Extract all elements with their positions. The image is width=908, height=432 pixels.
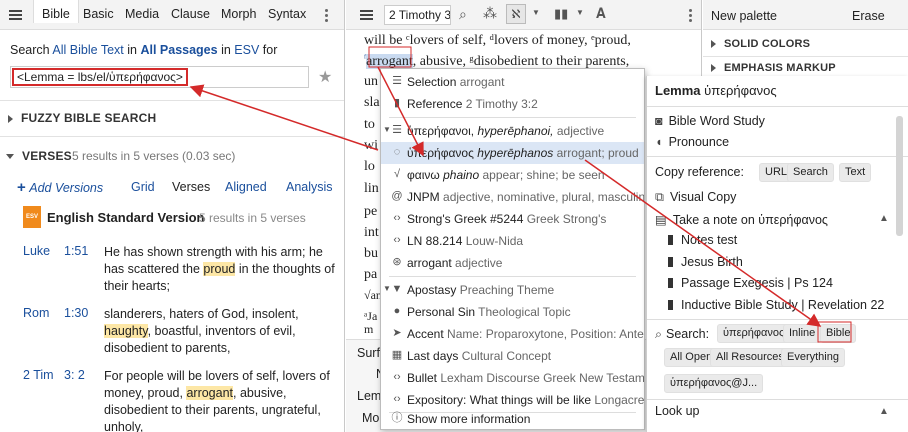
- highlight-box: [817, 321, 852, 343]
- arrow-word-to-lemma: [377, 66, 424, 157]
- annotation-arrows: [189, 46, 852, 343]
- highlight-box: [368, 46, 412, 68]
- arrow-query-to-word: [189, 84, 379, 151]
- arrow-lemma-to-bible: [584, 159, 822, 327]
